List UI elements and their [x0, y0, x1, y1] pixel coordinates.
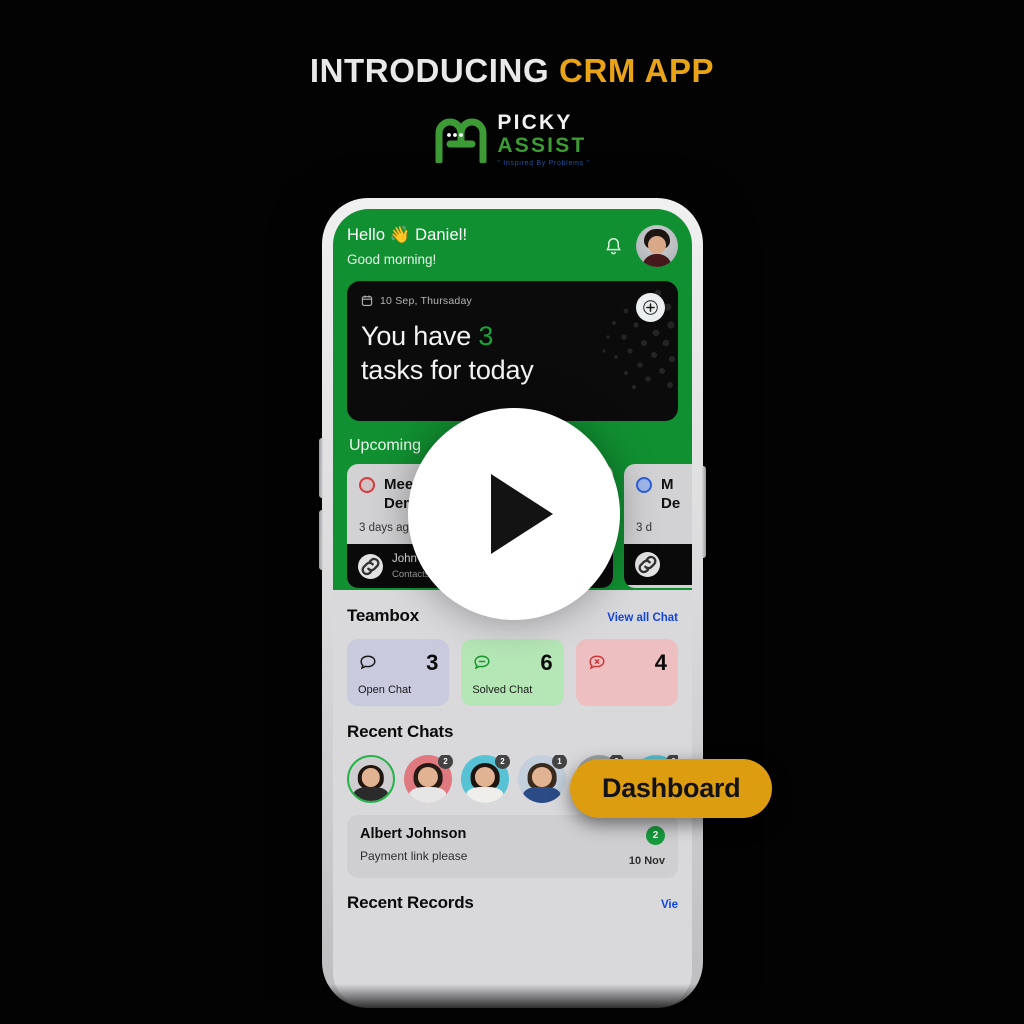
chat-unresolved-icon	[589, 655, 605, 670]
task-date: 10 Sep, Thursaday	[380, 294, 472, 307]
chat-avatar[interactable]: 1	[518, 754, 567, 803]
chat-avatar[interactable]: 2	[461, 754, 510, 803]
bell-icon[interactable]	[603, 235, 624, 258]
logo-name-top: PICKY	[497, 111, 573, 134]
link-icon[interactable]	[358, 553, 383, 579]
stat-card-open-chat[interactable]: 3 Open Chat	[347, 638, 450, 706]
app-body: Teambox View all Chat 3 Open Chat 6 Solv…	[333, 589, 692, 913]
teambox-stats: 3 Open Chat 6 Solved Chat 4	[347, 638, 678, 706]
calendar-icon	[361, 295, 373, 306]
view-all-records-link[interactable]: Vie	[661, 899, 678, 911]
greeting-subtitle: Good morning!	[347, 252, 437, 267]
add-task-button[interactable]	[636, 293, 665, 322]
avatar[interactable]	[636, 225, 678, 267]
unread-badge: 2	[646, 825, 665, 845]
upcoming-title-line2: De	[661, 495, 681, 513]
poster-canvas: INTRODUCING CRM APP PICKY ASSIST " Inspi…	[0, 0, 1024, 1024]
play-button[interactable]	[408, 408, 620, 620]
chat-solved-icon	[474, 655, 490, 670]
recent-records-header: Recent Records Vie	[347, 893, 678, 913]
unread-badge: 2	[495, 754, 510, 769]
chat-list-item[interactable]: Albert Johnson Payment link please 2 10 …	[347, 814, 678, 878]
logo-tagline: " Inspired By Problems "	[497, 160, 590, 167]
upcoming-title-line1: M	[661, 476, 674, 493]
upcoming-card[interactable]: M De 3 d	[624, 464, 692, 588]
stat-value: 4	[654, 649, 667, 675]
teambox-title: Teambox	[347, 605, 419, 625]
stat-card-unresolved-chat[interactable]: 4	[575, 638, 678, 706]
dashboard-badge: Dashboard	[570, 759, 773, 818]
view-all-chat-link[interactable]: View all Chat	[607, 612, 678, 624]
brand-logo: PICKY ASSIST " Inspired By Problems "	[0, 112, 1024, 167]
title-prefix: INTRODUCING	[309, 52, 550, 89]
chat-avatar[interactable]: 2	[404, 754, 453, 803]
link-icon[interactable]	[635, 552, 660, 578]
stat-label: Open Chat	[358, 683, 412, 696]
chat-preview-message: Payment link please	[360, 848, 468, 863]
recent-records-title: Recent Records	[347, 892, 474, 912]
plus-icon	[643, 300, 658, 315]
picky-assist-logo-icon	[435, 117, 487, 163]
status-indicator	[636, 477, 652, 493]
task-count: 3	[478, 321, 494, 351]
task-headline-pre: You have	[361, 321, 479, 351]
chat-avatar[interactable]	[347, 754, 395, 803]
stat-label: Solved Chat	[472, 683, 533, 696]
stat-value: 3	[426, 649, 439, 675]
task-summary-card[interactable]: 10 Sep, Thursaday You have 3 tasks for t…	[347, 281, 678, 421]
stat-card-solved-chat[interactable]: 6 Solved Chat	[461, 638, 564, 706]
upcoming-card-when: 3 d	[636, 522, 652, 535]
unread-badge: 2	[438, 754, 453, 769]
chat-date: 10 Nov	[628, 854, 665, 867]
power-button[interactable]	[702, 466, 706, 558]
play-icon	[491, 474, 553, 554]
status-indicator	[359, 477, 375, 493]
chat-contact-name: Albert Johnson	[360, 825, 467, 842]
title-highlight: CRM APP	[559, 52, 715, 89]
greeting-title: Hello 👋 Daniel!	[347, 226, 468, 244]
page-title: INTRODUCING CRM APP	[0, 52, 1024, 90]
chat-bubble-icon	[360, 655, 376, 670]
upcoming-card-title: M De	[661, 475, 680, 513]
volume-down-button[interactable]	[319, 510, 323, 570]
volume-up-button[interactable]	[319, 438, 323, 498]
stat-value: 6	[540, 649, 553, 675]
logo-name-bottom: ASSIST	[497, 134, 587, 157]
recent-chats-header: Recent Chats	[347, 722, 678, 742]
recent-chats-title: Recent Chats	[347, 721, 454, 741]
unread-badge: 1	[552, 754, 567, 769]
